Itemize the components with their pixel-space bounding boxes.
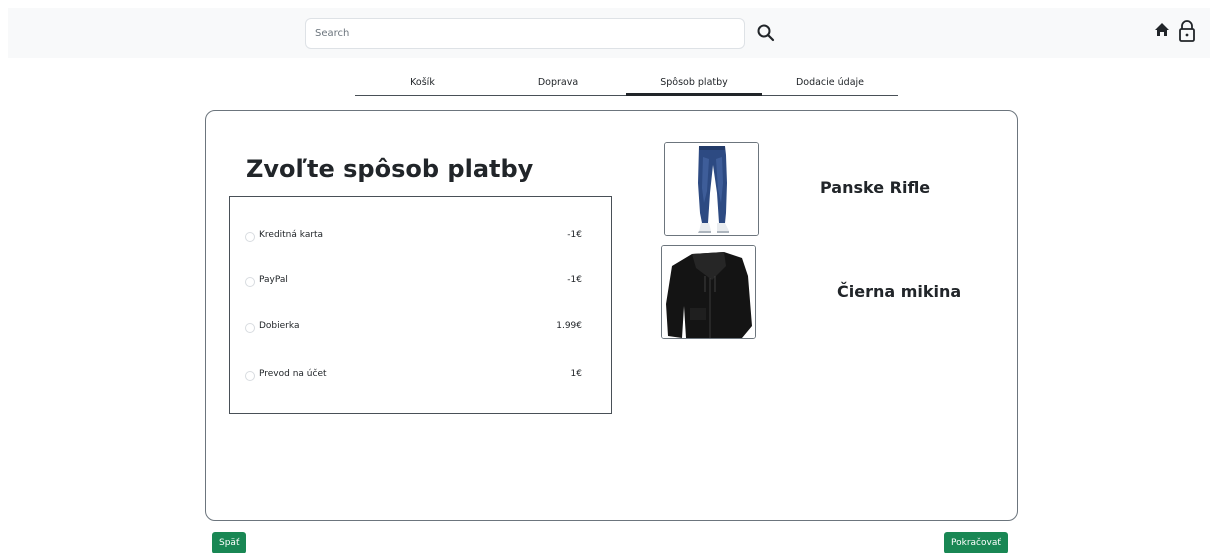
back-button[interactable]: Späť	[212, 532, 247, 553]
payment-option-price: -1€	[567, 275, 582, 285]
search-icon[interactable]	[753, 20, 779, 46]
payment-option-label: PayPal	[259, 275, 288, 285]
step-kosik[interactable]: Košík	[355, 72, 490, 96]
payment-option-card[interactable]: Kreditná karta -1€	[230, 229, 611, 245]
radio-button[interactable]	[245, 232, 255, 242]
payment-options-box: Kreditná karta -1€ PayPal -1€ Dobierka 1…	[229, 196, 612, 414]
payment-option-label: Dobierka	[259, 321, 300, 331]
step-sposob-platby[interactable]: Spôsob platby	[626, 72, 762, 96]
radio-button[interactable]	[245, 323, 255, 333]
payment-option-price: -1€	[567, 230, 582, 240]
radio-button[interactable]	[245, 277, 255, 287]
step-dodacie-udaje[interactable]: Dodacie údaje	[762, 72, 898, 96]
payment-option-cod[interactable]: Dobierka 1.99€	[230, 320, 611, 336]
radio-button[interactable]	[245, 371, 255, 381]
payment-option-paypal[interactable]: PayPal -1€	[230, 274, 611, 290]
checkout-steps: Košík Doprava Spôsob platby Dodacie údaj…	[355, 72, 898, 96]
search-input[interactable]	[305, 18, 745, 49]
page-title: Zvoľte spôsob platby	[246, 155, 534, 183]
product-image-jeans	[664, 142, 759, 236]
product-image-hoodie	[661, 245, 756, 339]
home-icon[interactable]	[1152, 20, 1172, 40]
payment-option-label: Prevod na účet	[259, 369, 327, 379]
payment-option-price: 1€	[570, 369, 582, 379]
continue-button[interactable]: Pokračovať	[944, 532, 1008, 553]
payment-option-price: 1.99€	[556, 321, 582, 331]
lock-icon[interactable]	[1176, 19, 1198, 43]
step-doprava[interactable]: Doprava	[490, 72, 626, 96]
product-name: Panske Rifle	[820, 178, 931, 197]
checkout-card: Zvoľte spôsob platby Kreditná karta -1€ …	[205, 110, 1018, 521]
top-navbar	[8, 8, 1210, 58]
product-name: Čierna mikina	[837, 282, 962, 301]
payment-option-label: Kreditná karta	[259, 230, 324, 240]
payment-option-bank-transfer[interactable]: Prevod na účet 1€	[230, 368, 611, 384]
